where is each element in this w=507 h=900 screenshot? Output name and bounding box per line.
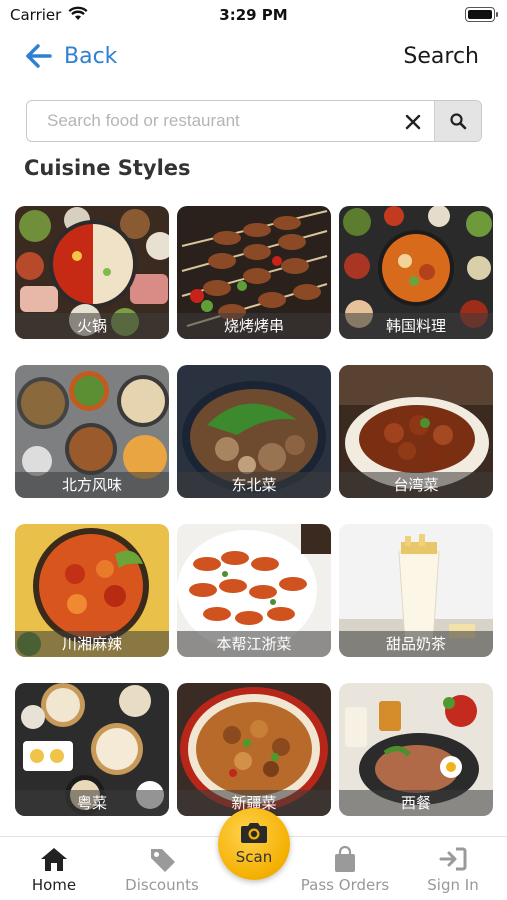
section-title: Cuisine Styles [24,156,191,180]
tab-discounts[interactable]: Discounts [112,845,212,894]
battery-icon [465,7,498,22]
tab-sign-in[interactable]: Sign In [403,845,503,894]
clear-icon[interactable] [401,110,425,134]
cuisine-label: 烧烤烤串 [177,313,331,339]
back-button[interactable]: Back [24,42,117,70]
cuisine-label: 粤菜 [15,790,169,816]
scan-label: Scan [235,848,273,866]
cuisine-label: 甜品奶茶 [339,631,493,657]
scan-button[interactable]: Scan [218,808,290,880]
cuisine-card-northeastern[interactable]: 东北菜 [177,365,331,498]
camera-icon [241,823,267,843]
tag-icon [151,849,175,872]
cuisine-card-bbq-skewers[interactable]: 烧烤烤串 [177,206,331,339]
sign-in-icon [439,847,467,871]
cuisine-card-dessert-milk-tea[interactable]: 甜品奶茶 [339,524,493,657]
cuisine-card-xinjiang[interactable]: 新疆菜 [177,683,331,816]
cuisine-label: 本帮江浙菜 [177,631,331,657]
cuisine-card-shanghai-zhejiang[interactable]: 本帮江浙菜 [177,524,331,657]
cuisine-label: 东北菜 [177,472,331,498]
search-icon [450,113,467,130]
search-bar [26,100,482,142]
cuisine-card-sichuan-hunan[interactable]: 川湘麻辣 [15,524,169,657]
tab-pass-orders-label: Pass Orders [300,876,390,894]
tab-discounts-label: Discounts [125,876,199,894]
back-arrow-icon [26,44,52,68]
home-icon [41,848,67,871]
cuisine-card-taiwanese[interactable]: 台湾菜 [339,365,493,498]
status-bar: Carrier 3:29 PM [0,0,507,30]
tab-sign-in-label: Sign In [427,876,479,894]
cuisine-label: 西餐 [339,790,493,816]
search-nav-button[interactable]: Search [403,44,479,69]
cuisine-label: 台湾菜 [339,472,493,498]
tab-home-label: Home [31,876,77,894]
search-input[interactable] [27,101,397,141]
shopping-bag-icon [335,845,355,872]
cuisine-card-western[interactable]: 西餐 [339,683,493,816]
cuisine-card-korean[interactable]: 韩国料理 [339,206,493,339]
back-label: Back [64,43,118,69]
cuisine-label: 火锅 [15,313,169,339]
cuisine-card-cantonese[interactable]: 粤菜 [15,683,169,816]
search-submit-button[interactable] [434,101,481,141]
cuisine-label: 川湘麻辣 [15,631,169,657]
cuisine-card-northern[interactable]: 北方风味 [15,365,169,498]
navigation-bar: Back Search [0,36,507,80]
cuisine-card-hotpot[interactable]: 火锅 [15,206,169,339]
clock-time: 3:29 PM [219,6,288,24]
cuisine-label: 韩国料理 [339,313,493,339]
tab-home[interactable]: Home [4,845,104,894]
tab-pass-orders[interactable]: Pass Orders [295,845,395,894]
cuisine-label: 北方风味 [15,472,169,498]
